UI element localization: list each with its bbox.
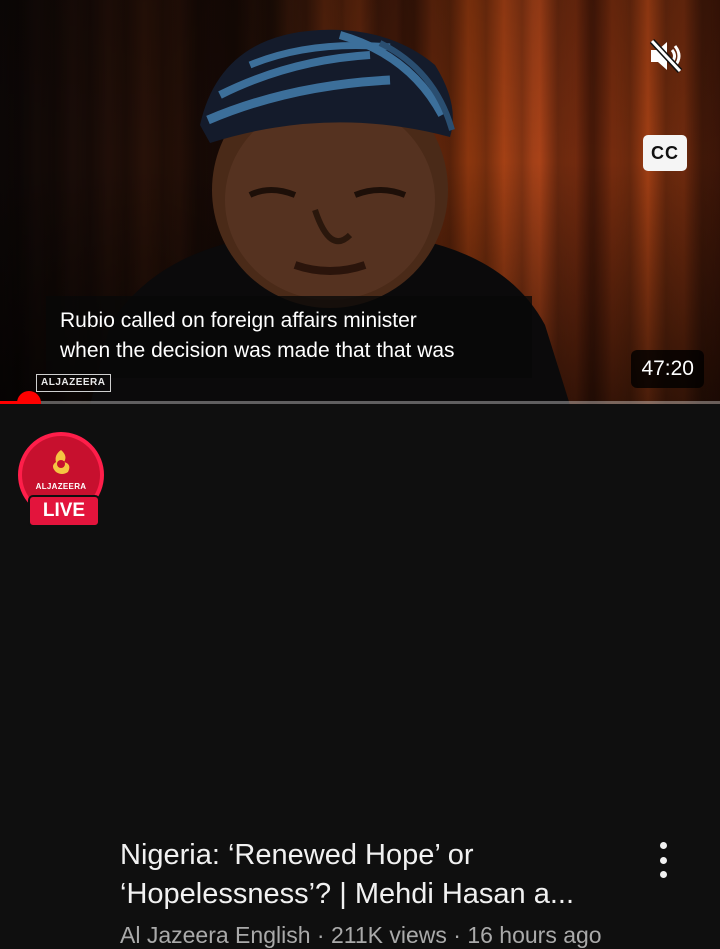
duration-badge: 47:20 <box>631 350 704 388</box>
channel-name[interactable]: Al Jazeera English <box>120 922 311 948</box>
mute-button[interactable] <box>646 36 686 76</box>
view-count: 211K views <box>330 922 447 948</box>
channel-watermark: ALJAZEERA <box>36 374 111 392</box>
video-title-line-1: Nigeria: ‘Renewed Hope’ or <box>120 839 474 871</box>
upload-age: 16 hours ago <box>467 922 602 948</box>
video-title-line-2: ‘Hopelessness’? | Mehdi Hasan a... <box>120 878 575 910</box>
caption-line-1: Rubio called on foreign affairs minister <box>60 309 417 332</box>
separator: · <box>453 922 461 948</box>
avatar-brand-text: ALJAZEERA <box>35 482 87 491</box>
video-subline: Al Jazeera English · 211K views · 16 hou… <box>120 922 602 949</box>
volume-muted-icon <box>649 39 683 73</box>
separator: · <box>316 922 325 948</box>
live-badge: LIVE <box>28 495 100 527</box>
video-player[interactable]: CC Rubio called on foreign affairs minis… <box>0 0 720 404</box>
closed-captions-button[interactable]: CC <box>643 135 687 171</box>
cc-label: CC <box>651 142 679 163</box>
caption-line-2: when the decision was made that that was <box>60 339 455 362</box>
more-vertical-icon <box>659 842 667 849</box>
more-options-button[interactable] <box>648 836 678 884</box>
video-metadata: ALJAZEERA LIVE Nigeria: ‘Renewed Hope’ o… <box>0 404 720 948</box>
al-jazeera-logo-icon <box>53 450 70 474</box>
caption-box: Rubio called on foreign affairs minister… <box>46 296 532 378</box>
video-title[interactable]: Nigeria: ‘Renewed Hope’ or ‘Hopelessness… <box>120 836 640 914</box>
